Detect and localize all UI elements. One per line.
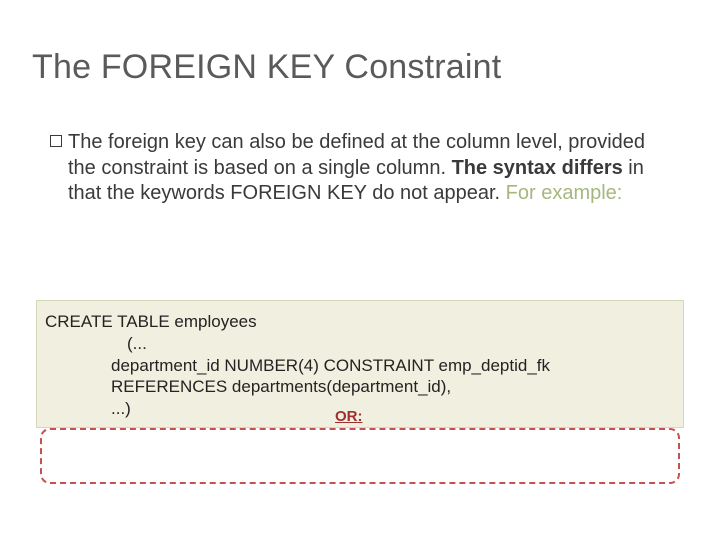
code-block: CREATE TABLE employees (... department_i…	[36, 300, 684, 428]
code-line-2: (...	[45, 333, 675, 355]
body-text-bold: The syntax differs	[452, 157, 623, 179]
code-line-1: CREATE TABLE employees	[45, 311, 675, 333]
body-paragraph: The foreign key can also be defined at t…	[68, 130, 658, 207]
slide-title: The FOREIGN KEY Constraint	[32, 48, 501, 87]
code-line-3: department_id NUMBER(4) CONSTRAINT emp_d…	[45, 355, 675, 377]
bullet-square-icon	[50, 135, 62, 147]
example-label: For example:	[506, 182, 623, 204]
slide: The FOREIGN KEY Constraint The foreign k…	[0, 0, 720, 540]
code-line-4: REFERENCES departments(department_id),	[45, 376, 675, 398]
or-label: OR:	[335, 407, 363, 426]
dashed-callout-box	[40, 428, 680, 484]
